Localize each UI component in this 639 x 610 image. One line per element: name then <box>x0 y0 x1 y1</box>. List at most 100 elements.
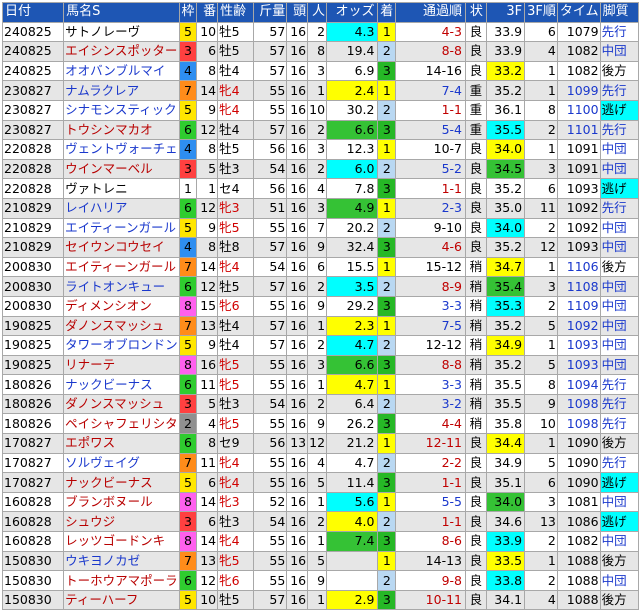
cell-date: 230827 <box>1 99 65 121</box>
cell-ninki: 2 <box>307 158 328 180</box>
cell-horse: ヴェントヴォーチェ <box>63 139 180 160</box>
cell-condition: 良 <box>465 531 487 552</box>
cell-date: 150830 <box>1 589 65 610</box>
cell-sex-age: 牝4 <box>217 531 254 552</box>
cell-last3f: 35.2 <box>485 315 526 337</box>
cell-chakujun: 3 <box>377 531 397 552</box>
cell-sex-age: 牝4 <box>217 472 254 493</box>
cell-ninki: 6 <box>307 256 328 278</box>
cell-sex-age: 牝5 <box>217 413 254 435</box>
table-row: 210829 レイハリア 6 12 牝3 51 16 3 4.9 1 2-3 良 35.0 11 1092 先… <box>1 197 639 219</box>
cell-chakujun: 2 <box>377 452 397 474</box>
cell-last3f: 35.2 <box>485 237 526 258</box>
cell-kinryo: 55 <box>252 217 288 239</box>
cell-ban: 9 <box>196 99 219 121</box>
cell-sex-age: 牡3 <box>217 511 254 533</box>
cell-style: 中団 <box>599 335 639 356</box>
cell-last3f: 35.4 <box>485 276 526 297</box>
cell-ban: 12 <box>196 197 219 219</box>
cell-style: 中団 <box>599 217 639 239</box>
cell-condition: 稍 <box>465 413 487 435</box>
table-row: 180826 ナックビーナス 6 11 牝5 55 16 1 4.7 1 3-3 稍 35.5 8 1094… <box>1 374 639 395</box>
cell-ninki: 3 <box>307 354 328 376</box>
cell-condition: 稍 <box>465 393 487 415</box>
cell-horse: レッツゴードンキ <box>63 531 180 552</box>
cell-time: 1088 <box>556 589 601 610</box>
cell-sex-age: 牝4 <box>217 452 254 474</box>
cell-condition: 良 <box>465 589 487 610</box>
cell-kinryo: 51 <box>252 197 288 219</box>
cell-sex-age: 牝3 <box>217 491 254 513</box>
cell-horse: シナモンスティック <box>63 99 180 121</box>
cell-odds: 7.4 <box>326 531 379 552</box>
cell-kinryo: 57 <box>252 41 288 62</box>
cell-ninki: 1 <box>307 491 328 513</box>
cell-passing: 7-4 <box>395 80 466 101</box>
cell-chakujun: 3 <box>377 295 397 317</box>
table-row: 230827 シナモンスティック 5 9 牝4 55 16 10 30.2 2 1-1 重 36.1 8 1… <box>1 99 639 121</box>
cell-condition: 稍 <box>465 295 487 317</box>
cell-last3f-rank: 9 <box>524 393 558 415</box>
cell-date: 170827 <box>1 433 65 454</box>
cell-time: 1092 <box>556 217 601 239</box>
cell-kinryo: 55 <box>252 452 288 474</box>
cell-ban: 8 <box>196 433 219 454</box>
cell-tosu: 16 <box>286 354 309 376</box>
cell-last3f-rank: 2 <box>524 570 558 591</box>
cell-horse: シュウジ <box>63 511 180 533</box>
cell-condition: 良 <box>465 197 487 219</box>
cell-waku: 8 <box>178 295 198 317</box>
cell-chakujun: 2 <box>377 99 397 121</box>
cell-last3f-rank: 1 <box>524 80 558 101</box>
cell-last3f: 35.2 <box>485 178 526 199</box>
cell-odds: 6.6 <box>326 119 379 141</box>
cell-passing: 8-6 <box>395 531 466 552</box>
cell-date: 150830 <box>1 550 65 572</box>
cell-time: 1092 <box>556 197 601 219</box>
cell-tosu: 16 <box>286 511 309 533</box>
cell-last3f-rank: 1 <box>524 550 558 572</box>
cell-sex-age: 牡4 <box>217 315 254 337</box>
cell-last3f-rank: 2 <box>524 119 558 141</box>
header-kinryo: 斤量 <box>252 2 288 23</box>
cell-kinryo: 57 <box>252 237 288 258</box>
cell-ban: 8 <box>196 60 219 82</box>
table-row: 170827 ナックビーナス 5 6 牝4 55 16 5 11.4 3 1-1 良 35.1 6 1090… <box>1 472 639 493</box>
cell-tosu: 16 <box>286 158 309 180</box>
table-row: 180826 ダノンスマッシュ 3 5 牡3 54 16 2 6.4 2 3-2 稍 35.5 9 1098… <box>1 393 639 415</box>
cell-style: 先行 <box>599 197 639 219</box>
cell-last3f-rank: 2 <box>524 217 558 239</box>
cell-sex-age: 牡5 <box>217 276 254 297</box>
cell-ban: 6 <box>196 511 219 533</box>
cell-sex-age: 牡3 <box>217 158 254 180</box>
cell-style: 中団 <box>599 276 639 297</box>
cell-chakujun: 2 <box>377 511 397 533</box>
cell-date: 210829 <box>1 197 65 219</box>
cell-ban: 11 <box>196 374 219 395</box>
cell-time: 1109 <box>556 295 601 317</box>
cell-condition: 良 <box>465 452 487 474</box>
cell-passing: 12-12 <box>395 335 466 356</box>
cell-kinryo: 52 <box>252 491 288 513</box>
cell-sex-age: 牡5 <box>217 589 254 610</box>
cell-style: 後方 <box>599 256 639 278</box>
cell-condition: 良 <box>465 511 487 533</box>
cell-waku: 8 <box>178 354 198 376</box>
cell-sex-age: 牝5 <box>217 354 254 376</box>
cell-last3f: 34.5 <box>485 158 526 180</box>
cell-ban: 15 <box>196 295 219 317</box>
cell-tosu: 16 <box>286 217 309 239</box>
cell-passing: 10-11 <box>395 589 466 610</box>
cell-date: 180826 <box>1 374 65 395</box>
cell-passing: 8-8 <box>395 354 466 376</box>
cell-odds: 4.9 <box>326 197 379 219</box>
cell-chakujun: 3 <box>377 119 397 141</box>
cell-tosu: 16 <box>286 178 309 199</box>
cell-chakujun: 1 <box>377 491 397 513</box>
cell-ninki: 9 <box>307 237 328 258</box>
cell-waku: 3 <box>178 393 198 415</box>
header-ninki: 人 <box>307 2 328 23</box>
cell-ban: 1 <box>196 178 219 199</box>
cell-passing: 3-3 <box>395 374 466 395</box>
cell-ninki: 1 <box>307 531 328 552</box>
